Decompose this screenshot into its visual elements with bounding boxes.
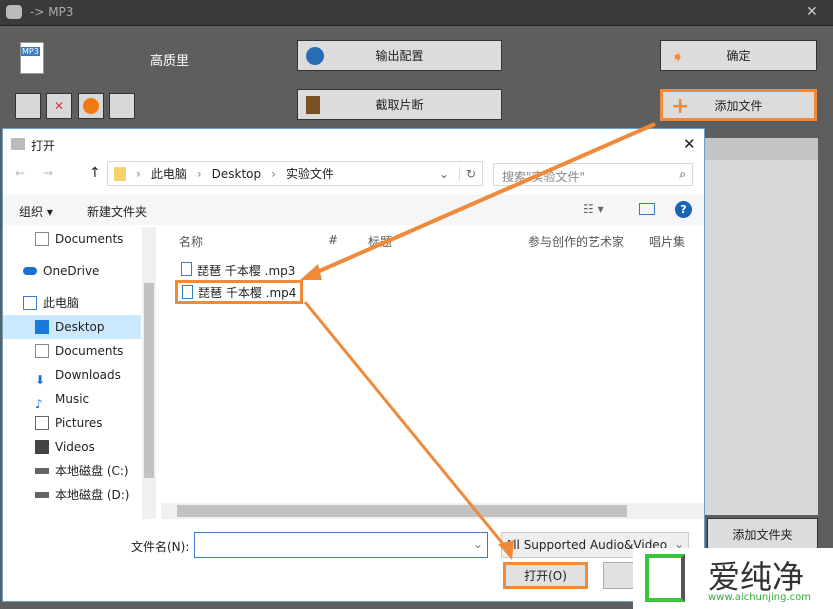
watermark-mark [645,554,685,602]
arrow-line [303,301,510,551]
watermark-logo: 爱纯净 www.aichunjing.com [633,548,833,609]
watermark-url: www.aichunjing.com [708,592,811,603]
annotation-arrows [300,122,656,560]
arrow-line [307,122,656,278]
arrow-head [300,264,322,280]
